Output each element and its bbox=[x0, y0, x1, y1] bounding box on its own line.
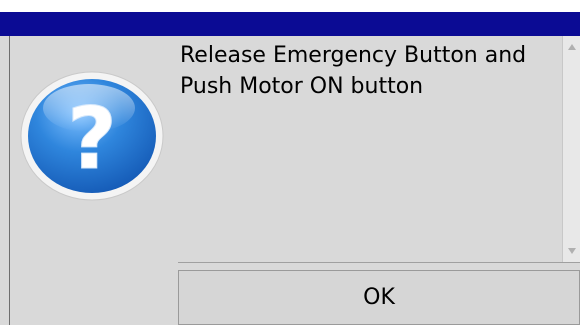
top-margin bbox=[0, 0, 580, 12]
scroll-down-icon[interactable] bbox=[565, 244, 579, 258]
message-scrollbar[interactable] bbox=[562, 36, 580, 262]
svg-text:?: ? bbox=[67, 89, 117, 189]
dialog-message: Release Emergency Button and Push Motor … bbox=[180, 43, 527, 99]
message-area: Release Emergency Button and Push Motor … bbox=[178, 36, 562, 262]
scroll-up-icon[interactable] bbox=[565, 40, 579, 54]
question-icon: ? bbox=[19, 70, 169, 202]
dialog-frame-left bbox=[9, 36, 10, 325]
ok-button[interactable]: OK bbox=[178, 270, 580, 325]
dialog-titlebar[interactable] bbox=[0, 12, 580, 36]
